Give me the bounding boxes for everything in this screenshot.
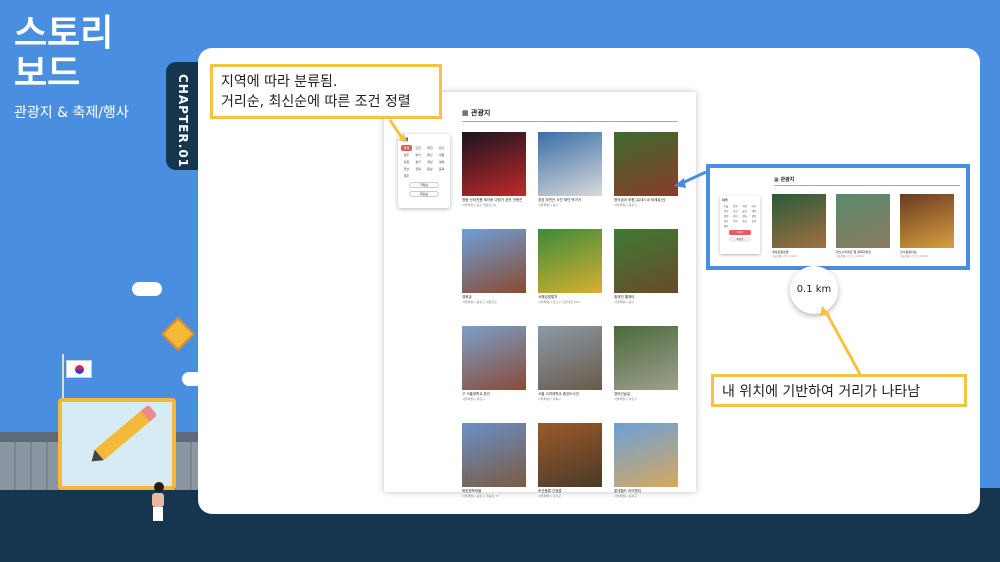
callout-left-line1: 지역에 따라 분류됨. (221, 74, 338, 90)
callout-filter-note: 지역에 따라 분류됨. 거리순, 최신순에 따른 조건 정렬 (210, 64, 442, 119)
annotation-arrows (388, 119, 862, 375)
callout-left-line2: 거리순, 최신순에 따른 조건 정렬 (221, 94, 411, 110)
callout-distance-note: 내 위치에 기반하여 거리가 나타남 (711, 374, 967, 407)
arrow-to-distance (824, 311, 862, 375)
arrow-to-filter (388, 119, 404, 139)
